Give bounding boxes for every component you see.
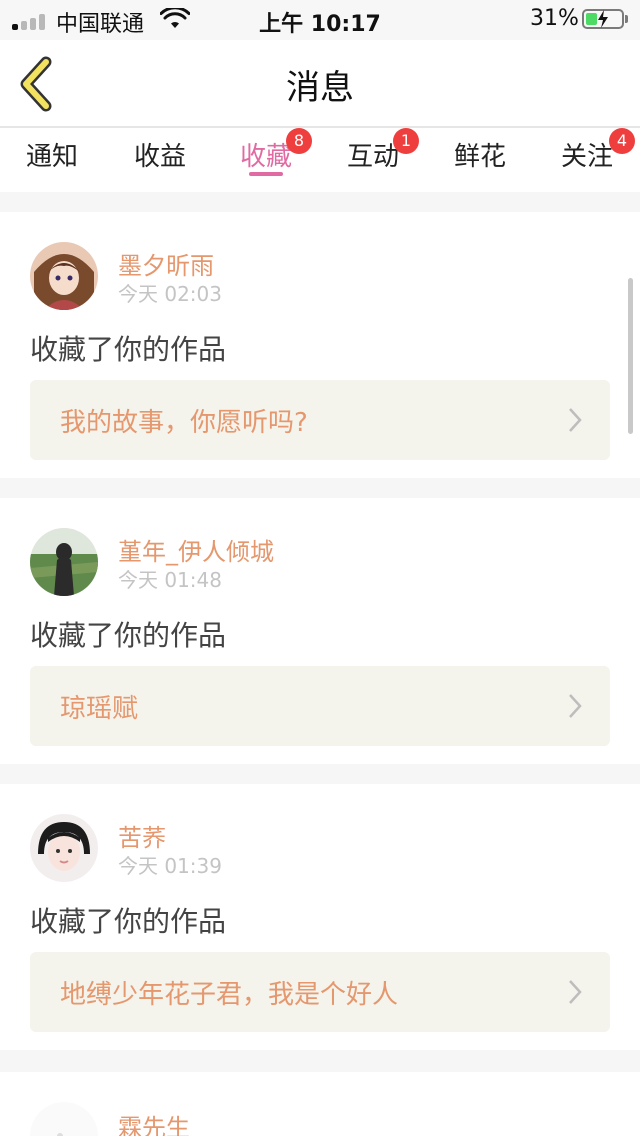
badge-count: 4: [609, 128, 635, 154]
tab-bar: 通知 收益 收藏 8 互动 1 鲜花 关注 4: [0, 128, 640, 192]
bolt-icon: [598, 10, 608, 28]
tab-interactions[interactable]: 互动 1: [347, 128, 419, 173]
timestamp: 今天 02:03: [118, 282, 222, 306]
avatar[interactable]: [30, 242, 98, 310]
tab-label: 互动: [347, 142, 400, 172]
work-title: 地缚少年花子君，我是个好人: [60, 980, 399, 1010]
username[interactable]: 霖先生: [118, 1108, 190, 1136]
work-title: 琼瑶赋: [60, 694, 139, 724]
tab-label: 鲜花: [454, 142, 507, 172]
work-link[interactable]: 我的故事，你愿听吗?: [30, 380, 610, 460]
status-bar: 中国联通 上午 10:17 31%: [0, 0, 640, 40]
nav-bar: 消息: [0, 40, 640, 128]
page-title: 消息: [286, 68, 354, 108]
battery-percent: 31%: [530, 6, 579, 31]
work-link[interactable]: 琼瑶赋: [30, 666, 610, 746]
username[interactable]: 墨夕昕雨: [118, 246, 214, 281]
tab-follows[interactable]: 关注 4: [561, 128, 635, 173]
scrollbar[interactable]: [628, 278, 633, 434]
username[interactable]: 苦荞: [118, 818, 166, 853]
message-card: 墨夕昕雨 今天 02:03 收藏了你的作品 我的故事，你愿听吗?: [0, 212, 640, 478]
chevron-right-icon: [569, 408, 582, 432]
tab-label: 通知: [26, 142, 79, 172]
timestamp: 今天 01:39: [118, 854, 222, 878]
timestamp: 今天 01:48: [118, 568, 222, 592]
message-card: 霖先生: [0, 1072, 640, 1136]
tab-notifications[interactable]: 通知: [26, 136, 78, 173]
username[interactable]: 堇年_伊人倾城: [118, 532, 274, 567]
badge-count: 8: [286, 128, 312, 154]
chevron-right-icon: [569, 694, 582, 718]
tab-label: 关注: [561, 142, 614, 172]
tab-earnings[interactable]: 收益: [134, 136, 186, 173]
chevron-right-icon: [569, 980, 582, 1004]
work-link[interactable]: 地缚少年花子君，我是个好人: [30, 952, 610, 1032]
active-tab-indicator: [249, 172, 283, 176]
avatar[interactable]: [30, 1102, 98, 1136]
tab-flowers[interactable]: 鲜花: [454, 136, 506, 173]
action-text: 收藏了你的作品: [30, 619, 227, 652]
tab-label: 收益: [134, 142, 187, 172]
badge-count: 1: [393, 128, 419, 154]
battery-tip: [625, 15, 628, 23]
tab-label: 收藏: [240, 142, 293, 172]
message-card: 堇年_伊人倾城 今天 01:48 收藏了你的作品 琼瑶赋: [0, 498, 640, 764]
tab-favorites[interactable]: 收藏 8: [240, 128, 312, 173]
action-text: 收藏了你的作品: [30, 905, 227, 938]
avatar[interactable]: [30, 528, 98, 596]
work-title: 我的故事，你愿听吗?: [60, 408, 308, 438]
avatar[interactable]: [30, 814, 98, 882]
action-text: 收藏了你的作品: [30, 333, 227, 366]
message-card: 苦荞 今天 01:39 收藏了你的作品 地缚少年花子君，我是个好人: [0, 784, 640, 1050]
